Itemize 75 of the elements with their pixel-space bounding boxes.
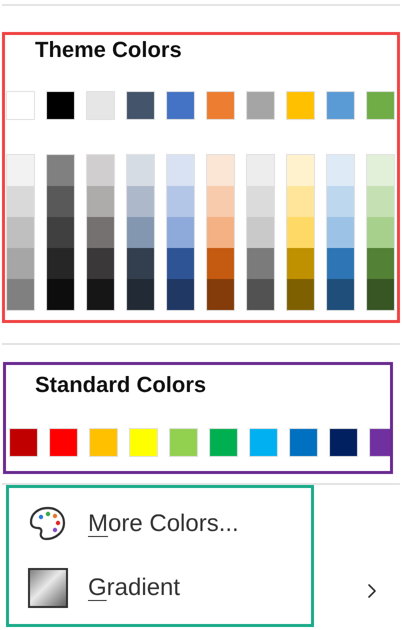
color-swatch[interactable] bbox=[127, 155, 154, 186]
color-swatch[interactable] bbox=[329, 428, 358, 457]
color-swatch[interactable] bbox=[127, 217, 154, 248]
color-swatch[interactable] bbox=[367, 217, 394, 248]
color-swatch[interactable] bbox=[47, 217, 74, 248]
color-swatch[interactable] bbox=[287, 186, 314, 217]
color-swatch[interactable] bbox=[47, 186, 74, 217]
color-swatch[interactable] bbox=[286, 91, 315, 120]
color-swatch[interactable] bbox=[207, 186, 234, 217]
color-swatch[interactable] bbox=[167, 248, 194, 279]
color-swatch[interactable] bbox=[246, 91, 275, 120]
color-swatch[interactable] bbox=[327, 155, 354, 186]
color-swatch[interactable] bbox=[367, 186, 394, 217]
color-swatch[interactable] bbox=[206, 91, 235, 120]
color-swatch[interactable] bbox=[167, 217, 194, 248]
color-swatch[interactable] bbox=[327, 217, 354, 248]
color-swatch[interactable] bbox=[9, 428, 38, 457]
color-swatch[interactable] bbox=[369, 428, 390, 457]
color-swatch[interactable] bbox=[89, 428, 118, 457]
color-swatch[interactable] bbox=[249, 428, 278, 457]
color-swatch[interactable] bbox=[289, 428, 318, 457]
color-swatch[interactable] bbox=[247, 279, 274, 310]
color-swatch[interactable] bbox=[167, 279, 194, 310]
color-swatch[interactable] bbox=[6, 91, 35, 120]
color-swatch[interactable] bbox=[366, 91, 395, 120]
color-swatch[interactable] bbox=[127, 248, 154, 279]
color-swatch[interactable] bbox=[247, 248, 274, 279]
color-swatch[interactable] bbox=[327, 186, 354, 217]
color-swatch[interactable] bbox=[287, 217, 314, 248]
color-swatch[interactable] bbox=[47, 155, 74, 186]
color-swatch[interactable] bbox=[287, 155, 314, 186]
color-swatch[interactable] bbox=[7, 217, 34, 248]
color-swatch[interactable] bbox=[247, 186, 274, 217]
color-swatch[interactable] bbox=[46, 91, 75, 120]
menu-item[interactable]: Gradient bbox=[9, 567, 311, 609]
color-swatch[interactable] bbox=[7, 155, 34, 186]
color-swatch[interactable] bbox=[7, 186, 34, 217]
gradient-icon bbox=[27, 567, 69, 609]
color-swatch[interactable] bbox=[129, 428, 158, 457]
color-swatch[interactable] bbox=[169, 428, 198, 457]
color-swatch[interactable] bbox=[327, 279, 354, 310]
color-swatch[interactable] bbox=[207, 155, 234, 186]
color-swatch[interactable] bbox=[87, 248, 114, 279]
color-swatch[interactable] bbox=[49, 428, 78, 457]
color-swatch[interactable] bbox=[207, 248, 234, 279]
color-swatch[interactable] bbox=[367, 155, 394, 186]
color-swatch[interactable] bbox=[167, 186, 194, 217]
color-swatch[interactable] bbox=[247, 217, 274, 248]
color-swatch[interactable] bbox=[367, 279, 394, 310]
color-swatch[interactable] bbox=[326, 91, 355, 120]
color-swatch[interactable] bbox=[47, 279, 74, 310]
color-swatch[interactable] bbox=[47, 248, 74, 279]
color-swatch[interactable] bbox=[207, 217, 234, 248]
color-swatch[interactable] bbox=[87, 186, 114, 217]
menu-item[interactable]: More Colors... bbox=[9, 503, 311, 545]
color-swatch[interactable] bbox=[247, 155, 274, 186]
section-title: Theme Colors bbox=[34, 36, 183, 64]
color-swatch[interactable] bbox=[86, 91, 115, 120]
color-swatch[interactable] bbox=[87, 279, 114, 310]
section-title: Standard Colors bbox=[34, 371, 208, 399]
color-swatch[interactable] bbox=[207, 279, 234, 310]
color-swatch[interactable] bbox=[167, 155, 194, 186]
color-swatch[interactable] bbox=[209, 428, 238, 457]
color-swatch[interactable] bbox=[126, 91, 155, 120]
color-swatch[interactable] bbox=[7, 279, 34, 310]
color-swatch[interactable] bbox=[127, 186, 154, 217]
color-swatch[interactable] bbox=[367, 248, 394, 279]
color-swatch[interactable] bbox=[87, 217, 114, 248]
color-swatch[interactable] bbox=[7, 248, 34, 279]
color-swatch[interactable] bbox=[127, 279, 154, 310]
color-swatch[interactable] bbox=[287, 248, 314, 279]
color-swatch[interactable] bbox=[166, 91, 195, 120]
color-swatch[interactable] bbox=[287, 279, 314, 310]
color-swatch[interactable] bbox=[327, 248, 354, 279]
color-swatch[interactable] bbox=[87, 155, 114, 186]
